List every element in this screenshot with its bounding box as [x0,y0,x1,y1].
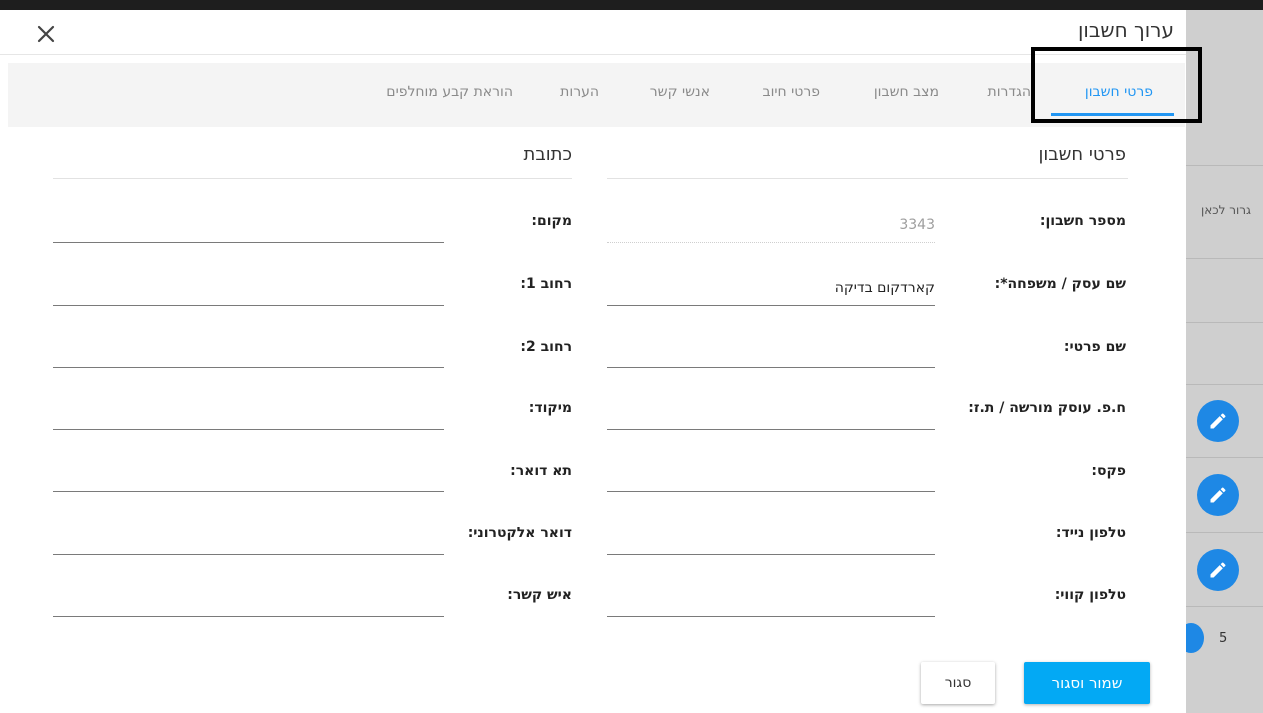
zip-label: מיקוד: [528,400,572,416]
street2-field[interactable] [53,337,444,368]
company-id-field[interactable] [607,399,935,430]
place-field[interactable] [53,212,444,243]
contact-person-label: איש קשר: [507,587,572,603]
street1-label: רחוב 1: [520,276,572,292]
place-label: מקום: [531,213,572,229]
background-row-divider [1186,532,1263,533]
close-icon[interactable] [32,20,60,48]
edit-account-dialog: ערוך חשבון פרטי חשבון הגדרות מצב חשבון פ… [0,10,1186,713]
tab-settings[interactable]: הגדרות [988,63,1031,127]
background-row-divider [1186,457,1263,458]
po-box-field[interactable] [53,461,444,492]
po-box-label: תא דואר: [510,463,572,479]
account-number-label: מספר חשבון: [1039,213,1126,229]
company-id-label: ח.פ. עוסק מורשה / ת.ז: [968,400,1126,416]
pagination-number[interactable]: 5 [1219,631,1227,646]
mobile-phone-field[interactable] [607,524,935,555]
street1-field[interactable] [53,275,444,306]
background-side-text: גרור לכאן [1200,203,1251,217]
contact-person-field[interactable] [53,586,444,617]
mobile-phone-label: טלפון נייד: [1055,525,1126,541]
dialog-title: ערוך חשבון [1077,18,1174,42]
background-row-divider [1186,165,1263,166]
background-row-divider [1186,258,1263,259]
business-name-field[interactable] [607,275,935,306]
zip-field[interactable] [53,399,444,430]
header-divider [0,54,1186,55]
pencil-icon[interactable] [1197,400,1239,442]
tab-notes[interactable]: הערות [560,63,599,127]
email-field[interactable] [53,524,444,555]
street2-label: רחוב 2: [520,339,572,355]
email-label: דואר אלקטרוני: [467,525,572,541]
landline-phone-field[interactable] [607,586,935,617]
business-name-label: שם עסק / משפחה*: [994,276,1126,292]
first-name-label: שם פרטי: [1063,339,1126,355]
tab-billing-details[interactable]: פרטי חיוב [763,63,821,127]
highlight-frame [1031,47,1202,123]
window-top-strip [0,0,1263,10]
account-section-divider [607,178,1128,179]
background-row-divider [1186,322,1263,323]
fax-label: פקס: [1091,463,1126,479]
account-number-field [607,212,935,243]
landline-phone-label: טלפון קווי: [1054,587,1126,603]
close-button[interactable]: סגור [921,662,995,704]
address-section-title: כתובת [523,144,573,165]
pencil-icon[interactable] [1197,474,1239,516]
background-row-divider [1186,606,1263,607]
save-and-close-button[interactable]: שמור וסגור [1024,662,1150,704]
pencil-icon[interactable] [1197,549,1239,591]
tab-standing-orders[interactable]: הוראת קבע מוחלפים [386,63,513,127]
account-section-title: פרטי חשבון [1038,144,1126,165]
tab-contacts[interactable]: אנשי קשר [650,63,710,127]
address-section-divider [53,178,572,179]
tab-bar: פרטי חשבון הגדרות מצב חשבון פרטי חיוב אנ… [8,63,1185,127]
tab-account-status[interactable]: מצב חשבון [874,63,939,127]
fax-field[interactable] [607,461,935,492]
first-name-field[interactable] [607,337,935,368]
background-row-divider [1186,384,1263,385]
